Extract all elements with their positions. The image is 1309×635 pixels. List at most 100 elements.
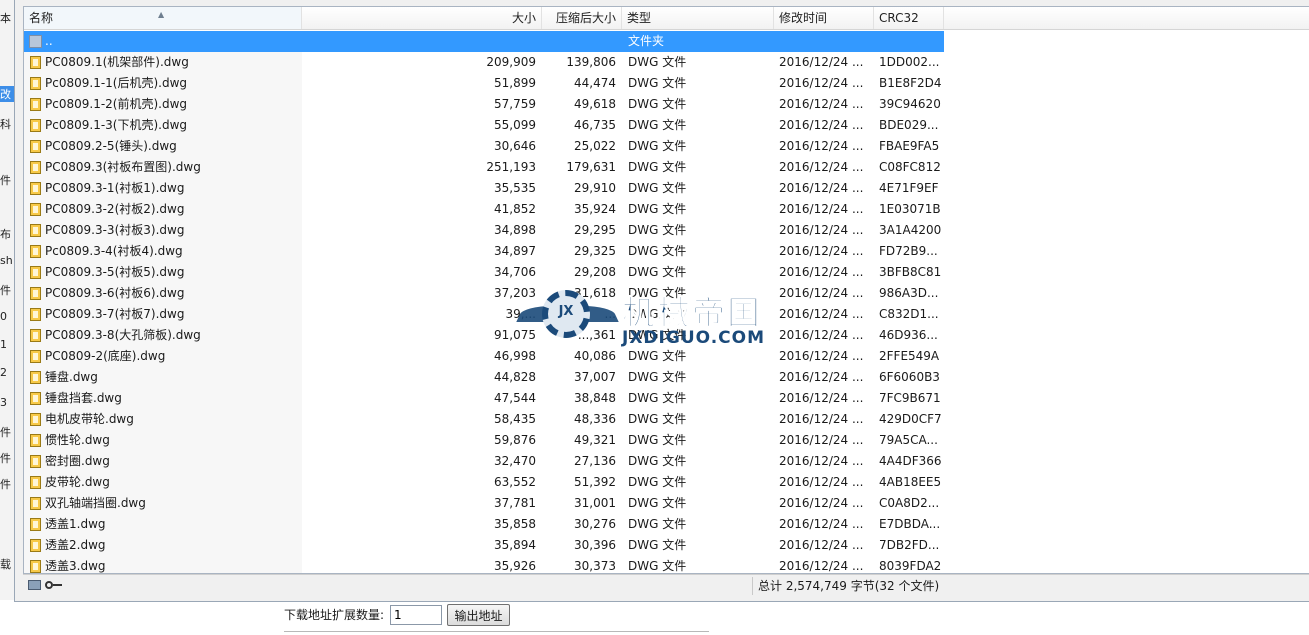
file-type: DWG 文件 xyxy=(628,307,687,321)
file-name: PC0809.2-5(锤头).dwg xyxy=(45,139,177,153)
file-compressed-size: 48,336 xyxy=(574,412,616,426)
file-type: DWG 文件 xyxy=(628,286,687,300)
dwg-file-icon xyxy=(30,119,41,132)
file-row[interactable]: PC0809.3-5(衬板5).dwg 34,706 29,208 DWG 文件 201… xyxy=(24,262,1309,283)
file-type: DWG 文件 xyxy=(628,55,687,69)
file-type: DWG 文件 xyxy=(628,160,687,174)
dwg-file-icon xyxy=(30,413,41,426)
file-size: 46,998 xyxy=(494,349,536,363)
background-window-strip: 本改科件布 sh 件 0 1 2 3 件件件载 xyxy=(0,0,15,600)
file-crc32: 79A5CA... xyxy=(879,433,938,447)
dwg-file-icon xyxy=(30,455,41,468)
file-row[interactable]: 惯性轮.dwg 59,876 49,321 DWG 文件 2016/12/24 ... 7… xyxy=(24,430,1309,451)
file-row[interactable]: PC0809-2(底座).dwg 46,998 40,086 DWG 文件 2016/1… xyxy=(24,346,1309,367)
file-type: DWG 文件 xyxy=(628,202,687,216)
column-header-size-label: 大小 xyxy=(511,11,536,25)
file-row[interactable]: Pc0809.1-1(后机壳).dwg 51,899 44,474 DWG 文件 201… xyxy=(24,73,1309,94)
file-modified-time: 2016/12/24 ... xyxy=(779,160,864,174)
file-row[interactable]: PC0809.3-2(衬板2).dwg 41,852 35,924 DWG 文件 201… xyxy=(24,199,1309,220)
file-crc32: 4E71F9EF xyxy=(879,181,939,195)
file-size: 58,435 xyxy=(494,412,536,426)
file-row[interactable]: 透盖1.dwg 35,858 30,276 DWG 文件 2016/12/24 ... E… xyxy=(24,514,1309,535)
file-list-view[interactable]: ▲ 名称 大小 压缩后大小 类型 修改时间 CRC32 .. 文件夹 PC080… xyxy=(23,6,1309,574)
file-modified-time: 2016/12/24 ... xyxy=(779,328,864,342)
column-header-crc[interactable]: CRC32 xyxy=(874,7,944,29)
file-name: 双孔轴端挡圈.dwg xyxy=(45,496,146,510)
file-rows: .. 文件夹 PC0809.1(机架部件).dwg 209,909 139,806 D… xyxy=(24,31,1309,573)
file-size: 39,... xyxy=(505,307,536,321)
file-row[interactable]: PC0809.2-5(锤头).dwg 30,646 25,022 DWG 文件 2016… xyxy=(24,136,1309,157)
file-compressed-size: 29,910 xyxy=(574,181,616,195)
file-size: 35,894 xyxy=(494,538,536,552)
file-type: DWG 文件 xyxy=(628,517,687,531)
file-row[interactable]: 双孔轴端挡圈.dwg 37,781 31,001 DWG 文件 2016/12/24 .… xyxy=(24,493,1309,514)
file-row[interactable]: 锤盘挡套.dwg 47,544 38,848 DWG 文件 2016/12/24 ...… xyxy=(24,388,1309,409)
file-row[interactable]: 透盖2.dwg 35,894 30,396 DWG 文件 2016/12/24 ... 7… xyxy=(24,535,1309,556)
file-compressed-size: ... xyxy=(604,307,616,321)
file-size: 34,706 xyxy=(494,265,536,279)
file-size: 35,926 xyxy=(494,559,536,573)
file-row[interactable]: PC0809.3-6(衬板6).dwg 37,203 31,618 DWG 文件 201… xyxy=(24,283,1309,304)
file-crc32: FD72B9... xyxy=(879,244,938,258)
parent-folder-row[interactable]: .. 文件夹 xyxy=(24,31,944,52)
file-row[interactable]: 皮带轮.dwg 63,552 51,392 DWG 文件 2016/12/24 ... 4… xyxy=(24,472,1309,493)
file-name: PC0809-2(底座).dwg xyxy=(45,349,166,363)
file-row[interactable]: 锤盘.dwg 44,828 37,007 DWG 文件 2016/12/24 ... 6F… xyxy=(24,367,1309,388)
dwg-file-icon xyxy=(30,203,41,216)
file-compressed-size: 179,631 xyxy=(566,160,616,174)
column-header-type[interactable]: 类型 xyxy=(622,7,774,29)
file-row[interactable]: Pc0809.3-4(衬板4).dwg 34,897 29,325 DWG 文件 201… xyxy=(24,241,1309,262)
file-row[interactable]: 电机皮带轮.dwg 58,435 48,336 DWG 文件 2016/12/24 ..… xyxy=(24,409,1309,430)
download-count-input[interactable] xyxy=(390,605,442,625)
file-size: 57,759 xyxy=(494,97,536,111)
file-crc32: E7DBDA... xyxy=(879,517,941,531)
file-row[interactable]: 透盖3.dwg 35,926 30,373 DWG 文件 2016/12/24 ... 8… xyxy=(24,556,1309,573)
file-type: DWG 文件 xyxy=(628,538,687,552)
file-compressed-size: 37,007 xyxy=(574,370,616,384)
export-address-button[interactable]: 输出地址 xyxy=(447,604,510,626)
dwg-file-icon xyxy=(30,140,41,153)
file-type: DWG 文件 xyxy=(628,475,687,489)
file-compressed-size: ...,361 xyxy=(577,328,616,342)
background-strip-glyph: 2 xyxy=(0,366,7,379)
column-header-modified[interactable]: 修改时间 xyxy=(774,7,874,29)
file-type: DWG 文件 xyxy=(628,391,687,405)
file-crc32: 986A3D... xyxy=(879,286,939,300)
column-header-compressed[interactable]: 压缩后大小 xyxy=(542,7,622,29)
file-modified-time: 2016/12/24 ... xyxy=(779,475,864,489)
file-type: DWG 文件 xyxy=(628,139,687,153)
file-compressed-size: 40,086 xyxy=(574,349,616,363)
status-summary: 总计 2,574,749 字节(32 个文件) xyxy=(758,579,940,593)
file-row[interactable]: PC0809.3-3(衬板3).dwg 34,898 29,295 DWG 文件 201… xyxy=(24,220,1309,241)
column-header-name[interactable]: ▲ 名称 xyxy=(24,7,302,29)
file-crc32: FBAE9FA5 xyxy=(879,139,940,153)
file-row[interactable]: Pc0809.1-3(下机壳).dwg 55,099 46,735 DWG 文件 201… xyxy=(24,115,1309,136)
file-size: 41,852 xyxy=(494,202,536,216)
key-icon[interactable] xyxy=(45,581,62,589)
file-row[interactable]: PC0809.3-1(衬板1).dwg 35,535 29,910 DWG 文件 201… xyxy=(24,178,1309,199)
dwg-file-icon xyxy=(30,497,41,510)
file-compressed-size: 46,735 xyxy=(574,118,616,132)
file-modified-time: 2016/12/24 ... xyxy=(779,517,864,531)
file-type: DWG 文件 xyxy=(628,244,687,258)
dwg-file-icon xyxy=(30,266,41,279)
file-size: 59,876 xyxy=(494,433,536,447)
column-header-size[interactable]: 大小 xyxy=(302,7,542,29)
file-modified-time: 2016/12/24 ... xyxy=(779,76,864,90)
file-row[interactable]: 密封圈.dwg 32,470 27,136 DWG 文件 2016/12/24 ... 4… xyxy=(24,451,1309,472)
file-row[interactable]: PC0809.1(机架部件).dwg 209,909 139,806 DWG 文件 20… xyxy=(24,52,1309,73)
file-size: 35,535 xyxy=(494,181,536,195)
file-crc32: 39C94620 xyxy=(879,97,941,111)
file-compressed-size: 31,618 xyxy=(574,286,616,300)
background-strip-glyph: 件 xyxy=(0,478,11,491)
status-divider xyxy=(752,577,753,595)
file-row[interactable]: Pc0809.1-2(前机壳).dwg 57,759 49,618 DWG 文件 201… xyxy=(24,94,1309,115)
file-row[interactable]: PC0809.3-7(衬板7).dwg 39,...... DWG 文件 2016/1… xyxy=(24,304,1309,325)
file-row[interactable]: PC0809.3(衬板布置图).dwg 251,193 179,631 DWG 文件 2… xyxy=(24,157,1309,178)
file-row[interactable]: PC0809.3-8(大孔筛板).dwg 91,075 ...,361 DWG 文件 2… xyxy=(24,325,1309,346)
file-type: DWG 文件 xyxy=(628,433,687,447)
dwg-file-icon xyxy=(30,539,41,552)
file-modified-time: 2016/12/24 ... xyxy=(779,244,864,258)
file-size: 51,899 xyxy=(494,76,536,90)
background-strip-glyph: 科 xyxy=(0,118,11,131)
